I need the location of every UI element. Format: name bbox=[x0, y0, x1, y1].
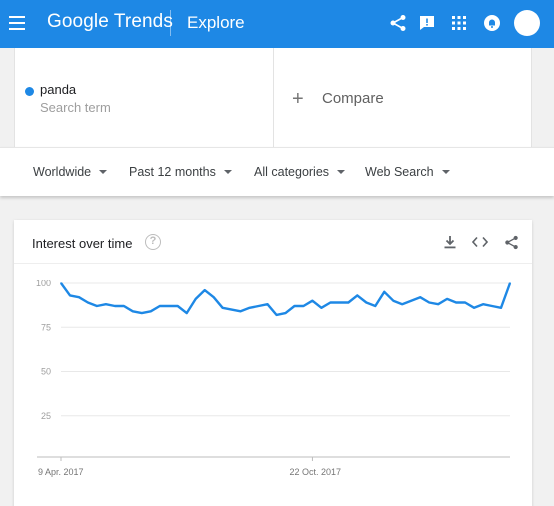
data-point bbox=[329, 301, 332, 304]
share-icon[interactable] bbox=[388, 12, 408, 34]
data-point bbox=[410, 299, 413, 302]
data-point bbox=[401, 303, 404, 306]
data-point bbox=[500, 306, 502, 309]
data-point bbox=[365, 301, 368, 304]
data-point bbox=[257, 305, 260, 307]
interest-over-time-card: Interest over time ? 25 50 75 100 9 Apr. 201… bbox=[14, 220, 532, 506]
data-point bbox=[284, 312, 287, 314]
data-point bbox=[275, 314, 278, 316]
series-line bbox=[60, 282, 512, 317]
interest-line-chart: 25 50 75 100 9 Apr. 2017 22 Oct. 2017 bbox=[36, 280, 512, 477]
category-dropdown[interactable]: All categories bbox=[254, 165, 346, 179]
app-header: Google Trends Explore bbox=[0, 0, 554, 48]
data-point bbox=[473, 306, 475, 309]
data-point bbox=[302, 305, 305, 307]
data-point bbox=[419, 296, 422, 298]
data-point bbox=[428, 301, 430, 304]
data-point bbox=[266, 303, 269, 306]
data-point bbox=[320, 306, 323, 309]
y-tick-label: 75 bbox=[41, 322, 51, 332]
google-trends-logo[interactable]: Google Trends bbox=[47, 11, 173, 33]
data-point bbox=[141, 312, 143, 314]
data-point bbox=[123, 305, 125, 307]
data-point bbox=[167, 305, 170, 307]
header-divider bbox=[170, 10, 171, 36]
menu-icon[interactable] bbox=[9, 16, 25, 30]
search-term-sublabel: Search term bbox=[40, 100, 111, 115]
term-color-dot bbox=[25, 87, 34, 96]
share-icon[interactable] bbox=[501, 232, 521, 252]
help-icon[interactable]: ? bbox=[145, 234, 161, 250]
data-point bbox=[311, 299, 314, 302]
data-point bbox=[248, 306, 251, 309]
data-point bbox=[96, 305, 98, 307]
data-point bbox=[150, 310, 152, 313]
data-point bbox=[455, 301, 457, 304]
card-title: Interest over time bbox=[32, 236, 133, 251]
chevron-down-icon bbox=[223, 170, 232, 174]
data-point bbox=[491, 305, 493, 307]
data-point bbox=[60, 282, 62, 284]
data-point bbox=[239, 310, 242, 313]
data-point bbox=[464, 301, 466, 304]
data-point bbox=[132, 310, 134, 313]
y-tick-label: 50 bbox=[41, 367, 51, 377]
data-point bbox=[374, 305, 377, 307]
feedback-icon[interactable] bbox=[417, 12, 437, 34]
search-property-label: Web Search bbox=[365, 165, 434, 179]
data-point bbox=[194, 298, 197, 300]
notifications-icon[interactable] bbox=[482, 12, 502, 34]
page-title: Explore bbox=[187, 13, 245, 32]
data-point bbox=[347, 301, 350, 304]
y-tick-label: 100 bbox=[36, 280, 51, 288]
time-range-label: Past 12 months bbox=[129, 165, 216, 179]
y-tick-label: 25 bbox=[41, 411, 51, 421]
region-dropdown[interactable]: Worldwide bbox=[33, 165, 108, 179]
data-point bbox=[176, 305, 179, 307]
search-term-card[interactable]: panda Search term bbox=[15, 48, 274, 147]
data-point bbox=[212, 296, 215, 298]
data-point bbox=[69, 294, 71, 297]
compare-label: Compare bbox=[322, 90, 384, 107]
data-point bbox=[437, 303, 439, 306]
time-range-dropdown[interactable]: Past 12 months bbox=[129, 165, 232, 179]
data-point bbox=[114, 305, 116, 307]
data-point bbox=[203, 289, 206, 291]
search-terms-panel: panda Search term + Compare bbox=[14, 48, 532, 147]
data-point bbox=[221, 306, 224, 309]
apps-icon[interactable] bbox=[449, 12, 469, 34]
embed-icon[interactable] bbox=[470, 232, 490, 252]
data-point bbox=[446, 298, 448, 300]
compare-button[interactable]: + Compare bbox=[292, 87, 384, 110]
data-point bbox=[230, 308, 233, 311]
category-label: All categories bbox=[254, 165, 330, 179]
data-point bbox=[392, 299, 395, 302]
data-point bbox=[105, 303, 107, 306]
x-tick-label: 22 Oct. 2017 bbox=[289, 467, 341, 477]
data-point bbox=[158, 305, 161, 307]
search-term-name[interactable]: panda bbox=[40, 82, 76, 97]
data-point bbox=[185, 312, 188, 314]
data-point bbox=[87, 301, 89, 304]
search-property-dropdown[interactable]: Web Search bbox=[365, 165, 450, 179]
data-point bbox=[338, 301, 341, 304]
data-point bbox=[482, 303, 484, 306]
data-point bbox=[383, 291, 386, 293]
chevron-down-icon bbox=[99, 170, 108, 174]
download-icon[interactable] bbox=[440, 232, 460, 252]
data-point bbox=[78, 296, 80, 298]
add-icon: + bbox=[292, 87, 304, 110]
data-point bbox=[293, 305, 296, 307]
filter-bar: Worldwide Past 12 months All categories … bbox=[0, 147, 554, 196]
x-tick-label: 9 Apr. 2017 bbox=[38, 467, 84, 477]
account-avatar[interactable] bbox=[514, 10, 540, 36]
data-point bbox=[356, 294, 359, 297]
chevron-down-icon bbox=[337, 170, 346, 174]
card-divider bbox=[14, 263, 532, 264]
chevron-down-icon bbox=[441, 170, 450, 174]
region-label: Worldwide bbox=[33, 165, 92, 179]
data-point bbox=[509, 282, 511, 284]
